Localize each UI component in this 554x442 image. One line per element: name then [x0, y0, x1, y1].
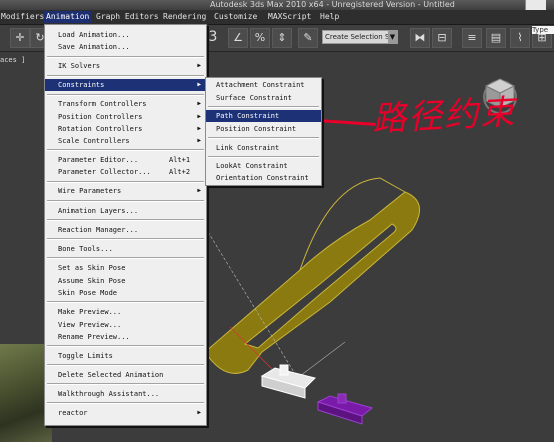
menu-item-rename-preview[interactable]: Rename Preview...: [45, 331, 206, 343]
track-inner-hole: [243, 223, 397, 349]
selected-box-object: [260, 364, 316, 399]
menu-item-transform-controllers[interactable]: Transform Controllers ▶: [45, 98, 206, 110]
submenu-item-lookat-constraint[interactable]: LookAt Constraint: [206, 160, 321, 172]
menu-bar: Modifiers Animation Graph Editors Render…: [0, 10, 554, 25]
menu-maxscript[interactable]: MAXScript: [268, 12, 311, 21]
submenu-arrow-icon: ▶: [197, 113, 201, 120]
submenu-arrow-icon: ▶: [197, 187, 201, 194]
menu-item-delete-selected-animation[interactable]: Delete Selected Animation: [45, 369, 206, 381]
menu-graph-editors[interactable]: Graph Editors: [96, 12, 159, 21]
menu-item-assume-skin-pose[interactable]: Assume Skin Pose: [45, 275, 206, 287]
menu-separator: [208, 137, 319, 139]
menu-help[interactable]: Help: [320, 12, 339, 21]
search-input[interactable]: Type: [532, 26, 554, 34]
menu-item-load-animation[interactable]: Load Animation...: [45, 29, 206, 41]
submenu-item-path-constraint[interactable]: Path Constraint: [206, 110, 321, 122]
menu-separator: [47, 200, 204, 202]
menu-modifiers[interactable]: Modifiers: [1, 12, 44, 21]
menu-separator: [47, 238, 204, 240]
selection-set-text: Create Selection Se: [325, 33, 394, 41]
track-object: [204, 191, 420, 374]
menu-item-save-animation[interactable]: Save Animation...: [45, 41, 206, 53]
menu-separator: [47, 345, 204, 347]
submenu-item-orientation-constraint[interactable]: Orientation Constraint: [206, 172, 321, 184]
menu-item-toggle-limits[interactable]: Toggle Limits: [45, 350, 206, 362]
chevron-down-icon: ▼: [388, 31, 397, 43]
menu-separator: [208, 156, 319, 158]
submenu-item-surface-constraint[interactable]: Surface Constraint: [206, 92, 321, 104]
menu-item-view-preview[interactable]: View Preview...: [45, 319, 206, 331]
menu-separator: [47, 56, 204, 58]
spinner-snap-icon[interactable]: ⇕: [272, 28, 292, 48]
submenu-arrow-icon: ▶: [197, 409, 201, 416]
title-bar: Autodesk 3ds Max 2010 x64 - Unregistered…: [0, 0, 554, 10]
menu-separator: [47, 364, 204, 366]
window-title: Autodesk 3ds Max 2010 x64 - Unregistered…: [210, 0, 455, 9]
snap-3-icon[interactable]: 3: [206, 28, 220, 46]
align-icon[interactable]: ⊟: [432, 28, 452, 48]
menu-separator: [47, 383, 204, 385]
menu-separator: [47, 219, 204, 221]
close-button[interactable]: [525, 0, 546, 10]
menu-item-parameter-collector[interactable]: Parameter Collector... Alt+2: [45, 166, 206, 178]
menu-separator: [47, 257, 204, 259]
submenu-arrow-icon: ▶: [197, 100, 201, 107]
menu-rendering[interactable]: Rendering: [163, 12, 206, 21]
curve-editor-icon[interactable]: ⌇: [510, 28, 530, 48]
menu-item-position-controllers[interactable]: Position Controllers ▶: [45, 111, 206, 123]
menu-item-ik-solvers[interactable]: IK Solvers ▶: [45, 60, 206, 72]
menu-item-reactor[interactable]: reactor ▶: [45, 407, 206, 419]
submenu-item-position-constraint[interactable]: Position Constraint: [206, 123, 321, 135]
animation-menu: Load Animation... Save Animation... IK S…: [44, 24, 207, 426]
menu-item-rotation-controllers[interactable]: Rotation Controllers ▶: [45, 123, 206, 135]
menu-item-skin-pose-mode[interactable]: Skin Pose Mode: [45, 287, 206, 299]
constraints-submenu: Attachment Constraint Surface Constraint…: [205, 77, 322, 186]
angle-snap-icon[interactable]: ∠: [228, 28, 248, 48]
menu-item-constraints[interactable]: Constraints ▶: [45, 79, 206, 91]
graphite-icon[interactable]: ▤: [486, 28, 506, 48]
menu-separator: [208, 106, 319, 108]
submenu-item-attachment-constraint[interactable]: Attachment Constraint: [206, 79, 321, 91]
layer-manager-icon[interactable]: ≡: [462, 28, 482, 48]
submenu-arrow-icon: ▶: [197, 62, 201, 69]
menu-separator: [47, 149, 204, 151]
selection-set-dropdown[interactable]: Create Selection Se ▼: [322, 30, 398, 44]
menu-item-set-as-skin-pose[interactable]: Set as Skin Pose: [45, 262, 206, 274]
submenu-arrow-icon: ▶: [197, 125, 201, 132]
menu-separator: [47, 75, 204, 77]
menu-separator: [47, 301, 204, 303]
path-line: [299, 341, 346, 377]
purple-box-object: [316, 393, 374, 425]
menu-item-reaction-manager[interactable]: Reaction Manager...: [45, 224, 206, 236]
menu-separator: [47, 181, 204, 183]
menu-item-parameter-editor[interactable]: Parameter Editor... Alt+1: [45, 154, 206, 166]
menu-item-animation-layers[interactable]: Animation Layers...: [45, 205, 206, 217]
menu-item-wire-parameters[interactable]: Wire Parameters ▶: [45, 185, 206, 197]
menu-item-walkthrough-assistant[interactable]: Walkthrough Assistant...: [45, 388, 206, 400]
submenu-arrow-icon: ▶: [197, 81, 201, 88]
menu-item-scale-controllers[interactable]: Scale Controllers ▶: [45, 135, 206, 147]
submenu-item-link-constraint[interactable]: Link Constraint: [206, 142, 321, 154]
menu-separator: [47, 94, 204, 96]
menu-item-bone-tools[interactable]: Bone Tools...: [45, 243, 206, 255]
handwritten-annotation: 路径约束: [371, 92, 518, 140]
percent-snap-icon[interactable]: %: [250, 28, 270, 48]
menu-customize[interactable]: Customize: [214, 12, 257, 21]
mirror-icon[interactable]: ⧓: [410, 28, 430, 48]
move-icon[interactable]: ✛: [10, 28, 30, 48]
menu-animation[interactable]: Animation: [44, 11, 92, 23]
submenu-arrow-icon: ▶: [197, 137, 201, 144]
named-selection-icon[interactable]: ✎: [298, 28, 318, 48]
menu-item-make-preview[interactable]: Make Preview...: [45, 306, 206, 318]
menu-separator: [47, 402, 204, 404]
